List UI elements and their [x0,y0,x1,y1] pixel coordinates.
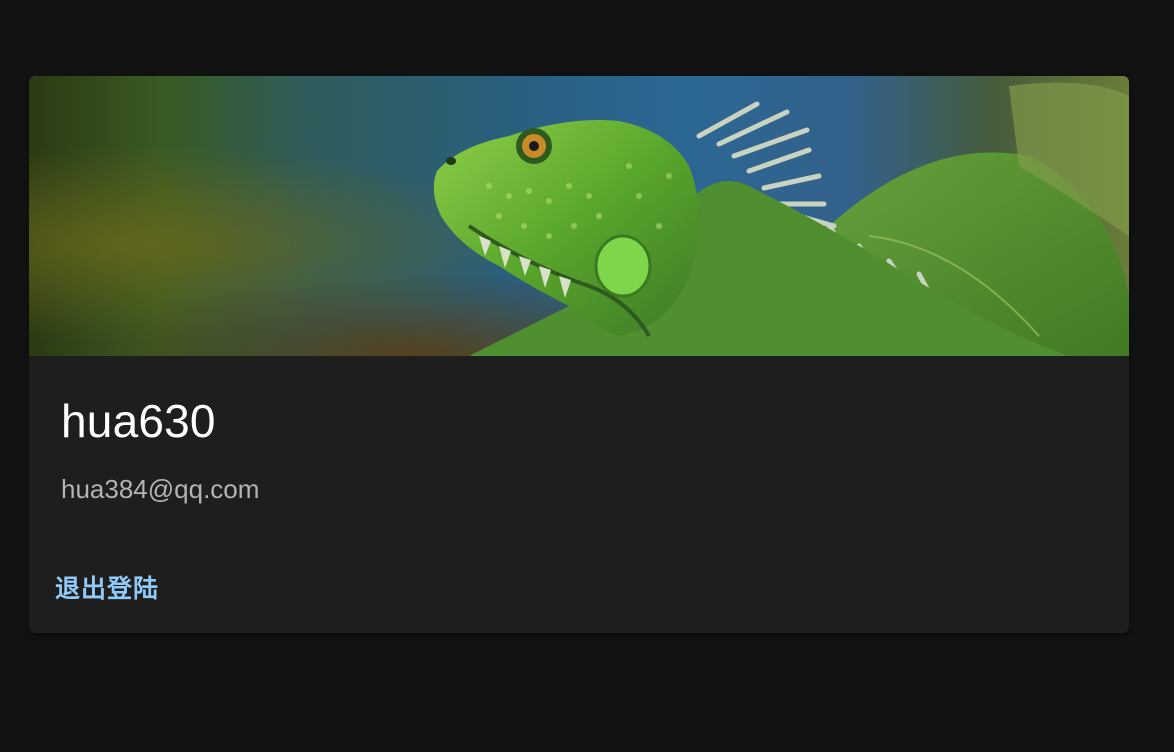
user-email: hua384@qq.com [61,474,260,504]
iguana-image [29,76,1129,356]
logout-button[interactable]: 退出登陆 [45,563,169,611]
card-actions: 退出登陆 [45,563,169,611]
username-title: hua630 [61,395,216,447]
profile-card: hua630 hua384@qq.com 退出登陆 [29,76,1129,633]
card-media-image [29,76,1129,356]
card-content: hua630 hua384@qq.com [29,356,1129,504]
